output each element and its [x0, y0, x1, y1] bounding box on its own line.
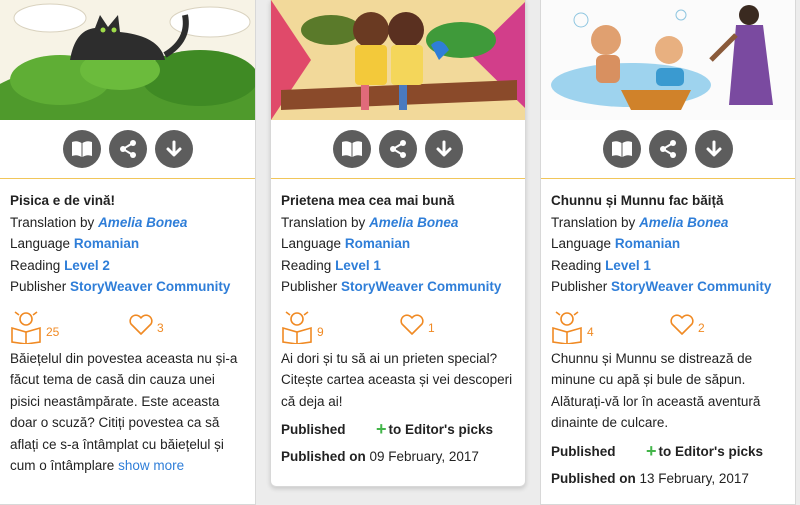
translator-link[interactable]: Amelia Bonea: [369, 215, 458, 230]
story-stats: 9 1: [271, 298, 525, 348]
reads-count: 25: [10, 310, 59, 344]
story-cover-image[interactable]: [271, 0, 525, 120]
download-icon[interactable]: [695, 130, 733, 168]
likes-number: 1: [428, 320, 435, 335]
story-meta: Chunnu și Munnu fac băiță Translation by…: [541, 179, 795, 298]
story-description: Ai dori și tu să ai un prieten special? …: [271, 348, 525, 413]
publisher-link[interactable]: StoryWeaver Community: [70, 279, 230, 294]
published-on-label: Published on: [281, 449, 366, 464]
language-label: Language: [10, 236, 71, 251]
translation-label: Translation by: [10, 214, 95, 230]
story-card: Chunnu și Munnu fac băiță Translation by…: [540, 0, 796, 505]
reads-count: 9: [281, 310, 324, 344]
description-text: Băiețelul din povestea aceasta nu și-a f…: [10, 350, 238, 474]
level-link[interactable]: Level 2: [64, 258, 110, 273]
reading-label: Reading: [10, 257, 61, 273]
editors-picks-label: to Editor's picks: [388, 422, 493, 437]
story-stats: 4 2: [541, 298, 795, 348]
editors-picks-label: to Editor's picks: [658, 443, 763, 459]
reading-label: Reading: [551, 257, 602, 273]
published-date: 09 February, 2017: [369, 449, 479, 464]
likes-number: 2: [698, 320, 705, 335]
likes-count[interactable]: 3: [128, 313, 164, 336]
published-on-row: Published on 13 February, 2017: [541, 465, 795, 492]
level-link[interactable]: Level 1: [335, 258, 381, 273]
download-icon[interactable]: [425, 130, 463, 168]
share-icon[interactable]: [649, 130, 687, 168]
download-icon[interactable]: [154, 130, 193, 168]
translator-link[interactable]: Amelia Bonea: [639, 215, 728, 230]
published-label: Published: [281, 422, 346, 437]
reading-label: Reading: [281, 257, 332, 273]
language-label: Language: [281, 236, 342, 251]
translation-label: Translation by: [281, 214, 366, 230]
reads-number: 9: [317, 324, 324, 339]
heart-icon[interactable]: [128, 313, 154, 336]
plus-icon: +: [376, 419, 387, 439]
story-cover-image[interactable]: [541, 0, 795, 120]
reads-count: 4: [551, 310, 594, 344]
language-link[interactable]: Romanian: [615, 236, 680, 251]
story-card: Prietena mea cea mai bună Translation by…: [270, 0, 526, 487]
reader-kid-icon: [11, 310, 41, 344]
translation-label: Translation by: [551, 214, 636, 230]
description-text: Ai dori și tu să ai un prieten special? …: [281, 350, 513, 409]
heart-icon[interactable]: [669, 313, 695, 336]
action-bar: [0, 120, 255, 179]
reader-kid-icon: [552, 310, 582, 344]
published-date: 13 February, 2017: [639, 470, 749, 486]
publisher-label: Publisher: [551, 279, 608, 294]
language-label: Language: [551, 236, 612, 251]
published-on-row: Published on 09 February, 2017: [271, 443, 525, 470]
likes-count[interactable]: 1: [399, 313, 435, 336]
published-row: Published + to Editor's picks: [541, 438, 795, 465]
story-stats: 25 3: [0, 298, 255, 348]
plus-icon: +: [646, 440, 657, 461]
add-to-editors-picks-button[interactable]: + to Editor's picks: [646, 440, 763, 461]
story-title[interactable]: Chunnu și Munnu fac băiță: [551, 190, 795, 212]
story-meta: Pisica e de vină! Translation by Amelia …: [0, 179, 255, 298]
story-card: Pisica e de vină! Translation by Amelia …: [0, 0, 256, 505]
published-row: Published + to Editor's picks: [271, 416, 525, 443]
heart-icon[interactable]: [399, 313, 425, 336]
action-bar: [271, 120, 525, 179]
story-cover-image[interactable]: [0, 0, 255, 120]
translator-link[interactable]: Amelia Bonea: [98, 215, 187, 230]
story-meta: Prietena mea cea mai bună Translation by…: [271, 179, 525, 298]
level-link[interactable]: Level 1: [605, 258, 651, 273]
likes-number: 3: [157, 320, 164, 335]
reads-number: 25: [46, 324, 60, 339]
likes-count[interactable]: 2: [669, 313, 705, 336]
read-book-icon[interactable]: [62, 130, 101, 168]
story-title[interactable]: Prietena mea cea mai bună: [281, 190, 525, 212]
publisher-link[interactable]: StoryWeaver Community: [341, 279, 501, 294]
description-text: Chunnu și Munnu se distrează de minune c…: [551, 350, 761, 431]
story-description: Chunnu și Munnu se distrează de minune c…: [541, 348, 795, 434]
story-title[interactable]: Pisica e de vină!: [10, 190, 255, 212]
show-more-link[interactable]: show more: [118, 458, 184, 473]
published-on-label: Published on: [551, 470, 636, 486]
language-link[interactable]: Romanian: [345, 236, 410, 251]
published-label: Published: [551, 443, 616, 459]
reader-kid-icon: [282, 310, 312, 344]
story-description: Băiețelul din povestea aceasta nu și-a f…: [0, 348, 255, 477]
publisher-label: Publisher: [10, 279, 67, 294]
reads-number: 4: [587, 324, 594, 339]
read-book-icon[interactable]: [333, 130, 371, 168]
publisher-link[interactable]: StoryWeaver Community: [611, 279, 771, 294]
add-to-editors-picks-button[interactable]: + to Editor's picks: [376, 419, 493, 439]
share-icon[interactable]: [379, 130, 417, 168]
action-bar: [541, 120, 795, 179]
publisher-label: Publisher: [281, 279, 338, 294]
language-link[interactable]: Romanian: [74, 236, 139, 251]
read-book-icon[interactable]: [603, 130, 641, 168]
share-icon[interactable]: [108, 130, 147, 168]
